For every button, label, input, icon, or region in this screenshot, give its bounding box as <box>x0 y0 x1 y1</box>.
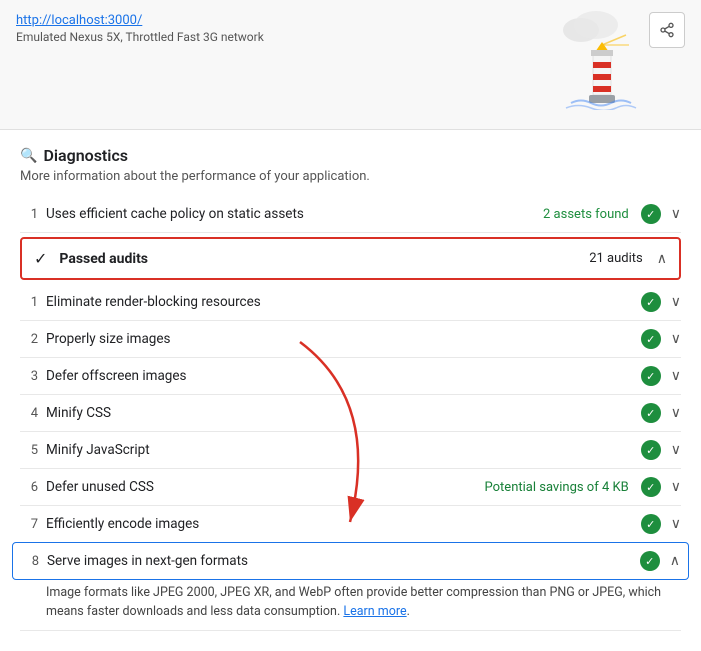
audit-row-4[interactable]: 4 Minify CSS ✓ ∨ <box>20 395 681 432</box>
pass-icon: ✓ <box>641 440 661 460</box>
search-icon: 🔍 <box>20 148 37 164</box>
main-content: 🔍 Diagnostics More information about the… <box>0 130 701 647</box>
audit-row-2[interactable]: 2 Properly size images ✓ ∨ <box>20 321 681 358</box>
audit-label: Minify CSS <box>46 405 633 421</box>
chevron-down-icon[interactable]: ∨ <box>671 405 681 421</box>
audit-label: Uses efficient cache policy on static as… <box>46 206 535 222</box>
audit-meta: 2 assets found <box>543 207 629 222</box>
audit-number: 2 <box>20 332 38 347</box>
audit-list: 1Eliminate render-blocking resources✓∨2P… <box>20 284 681 542</box>
passed-audits-row[interactable]: ✓ Passed audits 21 audits ∧ <box>20 237 681 280</box>
passed-audits-label: Passed audits <box>59 251 581 267</box>
learn-more-link[interactable]: Learn more <box>343 604 406 619</box>
lighthouse-logo <box>561 0 641 110</box>
audit-description-8: Image formats like JPEG 2000, JPEG XR, a… <box>20 580 681 631</box>
pass-icon: ✓ <box>641 477 661 497</box>
audit-number: 6 <box>20 480 38 495</box>
chevron-down-icon[interactable]: ∨ <box>671 206 681 222</box>
chevron-down-icon[interactable]: ∨ <box>671 368 681 384</box>
header-section: http://localhost:3000/ Emulated Nexus 5X… <box>0 0 701 130</box>
pass-icon: ✓ <box>641 292 661 312</box>
pass-icon: ✓ <box>641 514 661 534</box>
chevron-down-icon[interactable]: ∨ <box>671 294 681 310</box>
chevron-up-icon-8[interactable]: ∧ <box>670 553 680 569</box>
chevron-up-icon[interactable]: ∧ <box>657 251 667 267</box>
audit-number: 5 <box>20 443 38 458</box>
share-button[interactable] <box>649 12 685 48</box>
pass-icon-8: ✓ <box>640 551 660 571</box>
audit-row-1[interactable]: 1 Eliminate render-blocking resources ✓ ∨ <box>20 284 681 321</box>
audit-row-7[interactable]: 7 Efficiently encode images ✓ ∨ <box>20 506 681 542</box>
audit-label: Defer offscreen images <box>46 368 633 384</box>
pass-icon: ✓ <box>641 403 661 423</box>
audit-label: Minify JavaScript <box>46 442 633 458</box>
audit-number: 3 <box>20 369 38 384</box>
audit-savings-meta: Potential savings of 4 KB <box>485 480 629 495</box>
audit-number: 1 <box>20 295 38 310</box>
diagnostics-row-1[interactable]: 1 Uses efficient cache policy on static … <box>20 196 681 233</box>
chevron-down-icon[interactable]: ∨ <box>671 442 681 458</box>
audit-label-8: Serve images in next-gen formats <box>47 553 632 569</box>
item8-container: 8 Serve images in next-gen formats ✓ ∧ I… <box>20 542 681 631</box>
check-icon: ✓ <box>34 249 47 268</box>
audit-row-5[interactable]: 5 Minify JavaScript ✓ ∨ <box>20 432 681 469</box>
audit-row-3[interactable]: 3 Defer offscreen images ✓ ∨ <box>20 358 681 395</box>
audit-number: 4 <box>20 406 38 421</box>
audit-number: 1 <box>20 207 38 222</box>
diagnostics-header: 🔍 Diagnostics <box>20 146 681 165</box>
url-link[interactable]: http://localhost:3000/ <box>16 13 142 28</box>
audit-label: Properly size images <box>46 331 633 347</box>
pass-icon: ✓ <box>641 204 661 224</box>
audit-row-8[interactable]: 8 Serve images in next-gen formats ✓ ∧ <box>12 542 689 580</box>
audit-number: 7 <box>20 517 38 532</box>
pass-icon: ✓ <box>641 329 661 349</box>
chevron-down-icon[interactable]: ∨ <box>671 516 681 532</box>
diagnostics-title: Diagnostics <box>43 146 128 165</box>
audit-label: Defer unused CSS <box>46 479 477 495</box>
audit-label: Eliminate render-blocking resources <box>46 294 633 310</box>
audit-label: Efficiently encode images <box>46 516 633 532</box>
chevron-down-icon[interactable]: ∨ <box>671 479 681 495</box>
diagnostics-description: More information about the performance o… <box>20 169 681 184</box>
audit-row-6[interactable]: 6 Defer unused CSS Potential savings of 4 … <box>20 469 681 506</box>
passed-audits-count: 21 audits <box>589 251 643 266</box>
audit-number-8: 8 <box>21 554 39 569</box>
pass-icon: ✓ <box>641 366 661 386</box>
chevron-down-icon[interactable]: ∨ <box>671 331 681 347</box>
